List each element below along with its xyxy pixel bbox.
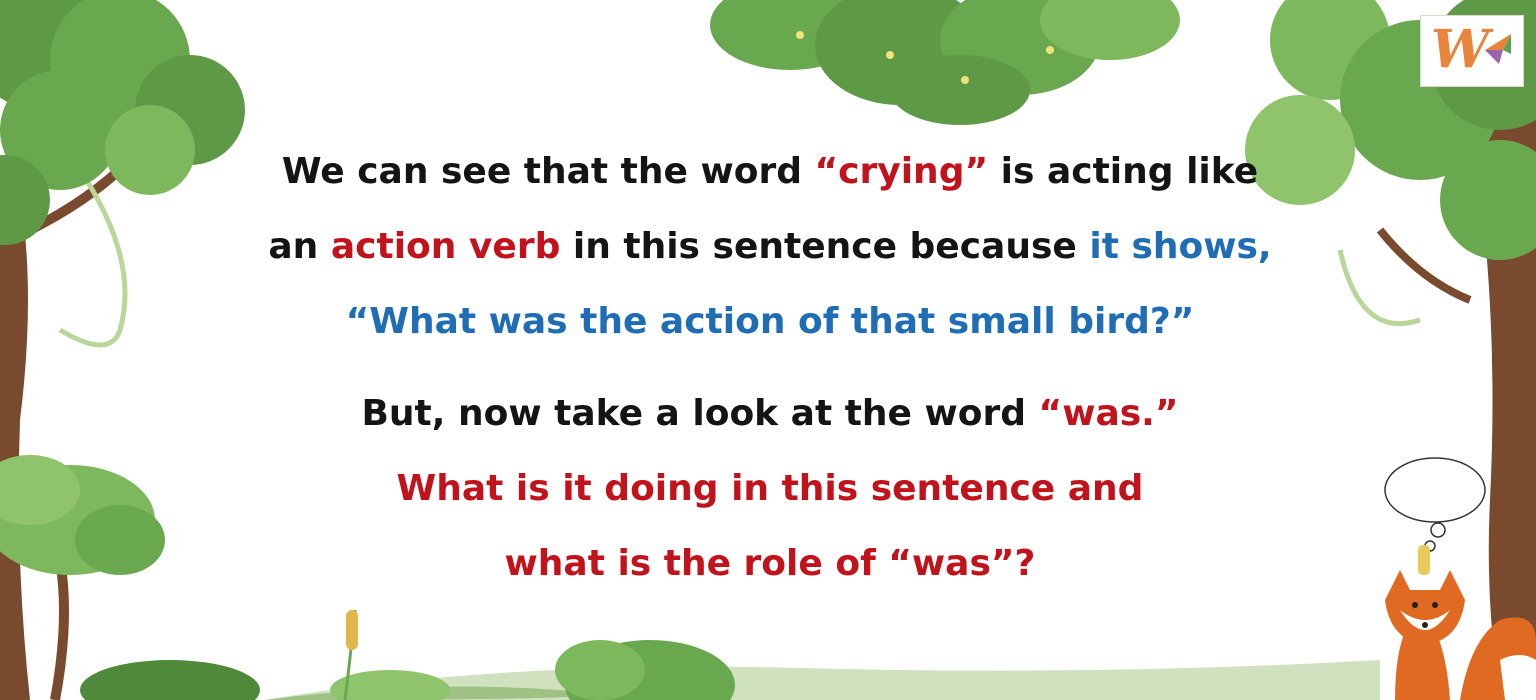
left-tree-icon	[0, 0, 245, 700]
text-segment: But, now take a look at the word	[361, 393, 1039, 434]
text-segment: in this sentence because	[560, 226, 1090, 267]
text-line-5: What is it doing in this sentence and	[396, 468, 1144, 509]
text-line-6: what is the role of “was”?	[504, 543, 1036, 584]
top-canopy-icon	[710, 0, 1180, 125]
highlight-was: “was.”	[1038, 393, 1179, 434]
text-segment: We can see that the word	[281, 151, 815, 192]
logo-kite-icon	[1485, 34, 1511, 64]
text-line-3: “What was the action of that small bird?…	[345, 301, 1195, 342]
highlight-action-verb: action verb	[330, 226, 561, 267]
text-segment: is acting like	[988, 151, 1259, 192]
highlight-crying: “crying”	[814, 151, 989, 192]
text-line-1: We can see that the word “crying” is act…	[255, 140, 1285, 215]
text-line-4: But, now take a look at the word “was.”	[255, 382, 1285, 457]
text-line-2: an action verb in this sentence because …	[255, 215, 1285, 290]
brand-logo: W	[1420, 15, 1524, 87]
left-bush-icon	[0, 455, 260, 700]
lesson-text: We can see that the word “crying” is act…	[255, 140, 1285, 607]
highlight-it-shows: it shows,	[1089, 226, 1272, 267]
text-segment: an	[268, 226, 331, 267]
thought-bubble-icon	[1384, 457, 1486, 552]
